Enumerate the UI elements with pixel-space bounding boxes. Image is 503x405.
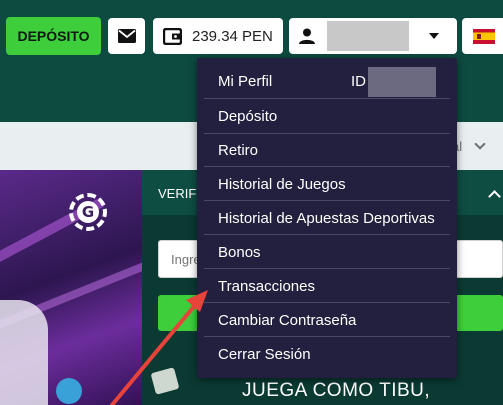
messages-button[interactable] (108, 18, 145, 54)
user-id-redacted (368, 67, 436, 97)
menu-item-sports-bet-history[interactable]: Historial de Apuestas Deportivas (204, 201, 450, 235)
verification-title: VERIF (158, 186, 197, 201)
menu-item-withdraw[interactable]: Retiro (204, 133, 450, 167)
menu-item-bonuses[interactable]: Bonos (204, 235, 450, 269)
username-redacted (327, 21, 409, 51)
user-icon (299, 28, 315, 44)
casino-chip-logo: G (69, 193, 107, 231)
language-selector[interactable] (462, 18, 503, 54)
balance-amount: 239.34 PEN (192, 27, 273, 45)
menu-item-game-history[interactable]: Historial de Juegos (204, 167, 450, 201)
balance-button[interactable]: 239.34 PEN (153, 18, 283, 54)
menu-item-logout[interactable]: Cerrar Sesión (204, 337, 450, 371)
user-id-label: ID (351, 73, 366, 90)
envelope-icon (117, 29, 136, 43)
user-dropdown-menu: Mi Perfil ID Depósito Retiro Historial d… (197, 58, 457, 378)
logo-letter: G (77, 201, 99, 223)
menu-item-change-password[interactable]: Cambiar Contraseña (204, 303, 450, 337)
promo-headline: JUEGA COMO TIBU, (242, 380, 431, 401)
promo-mascot-image (56, 378, 82, 404)
deposit-button[interactable]: DEPÓSITO (6, 17, 101, 55)
promo-player-image (0, 300, 48, 405)
user-menu-button[interactable] (289, 18, 457, 54)
menu-item-deposit[interactable]: Depósito (204, 99, 450, 133)
spain-flag-icon (473, 28, 495, 44)
wallet-icon (163, 27, 182, 45)
menu-item-transactions[interactable]: Transacciones (204, 269, 450, 303)
caret-down-icon (429, 33, 439, 39)
